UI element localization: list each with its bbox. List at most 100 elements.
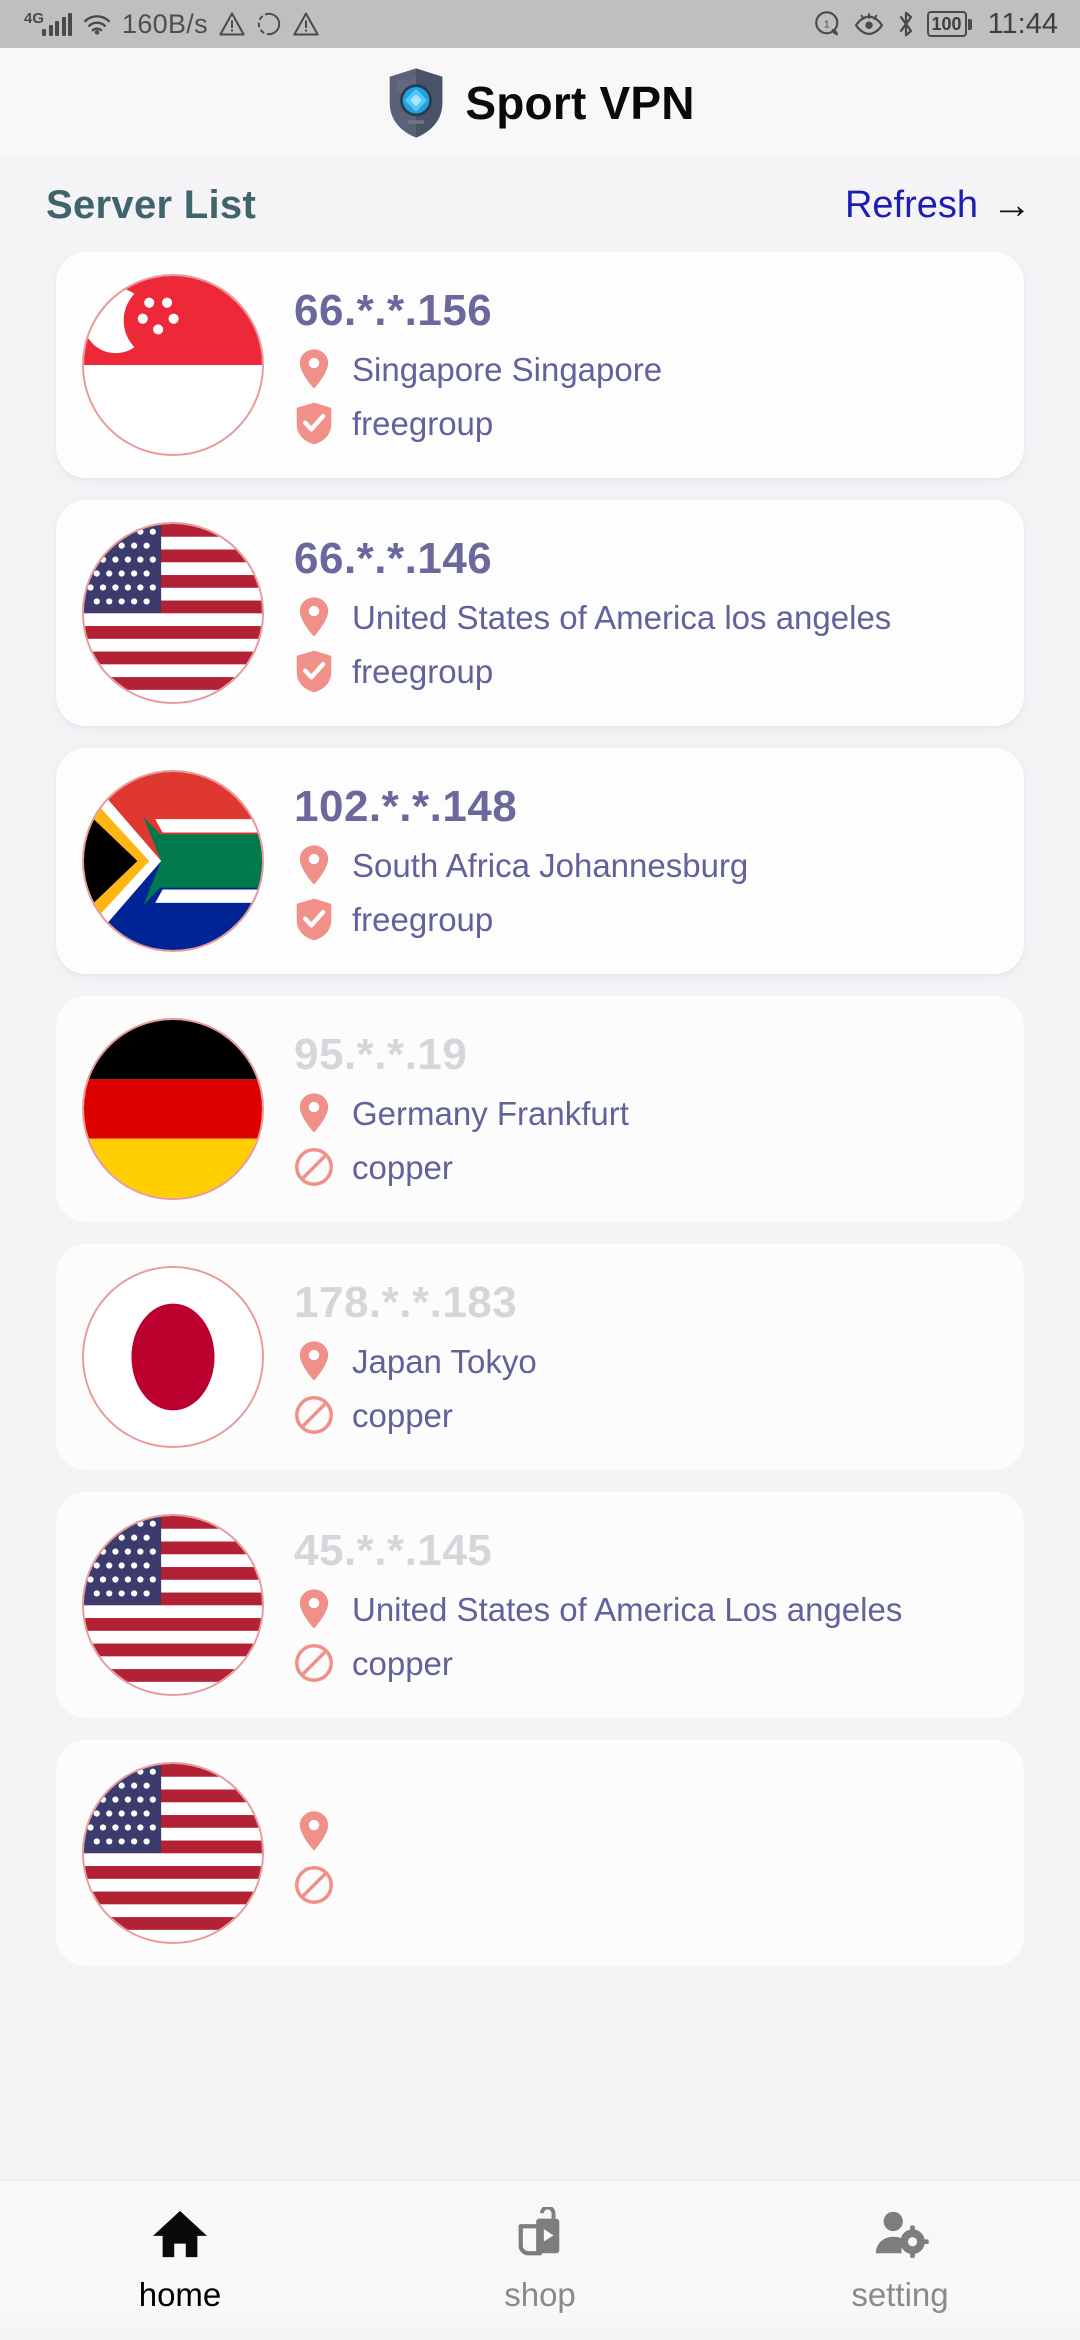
nav-label-home: home [138, 2276, 222, 2313]
battery-level-label: 100 [926, 11, 967, 37]
server-group-row: freegroup [294, 897, 998, 941]
location-pin-icon [294, 347, 334, 391]
server-group-row: copper [294, 1641, 998, 1685]
flag-south-africa-icon [82, 770, 264, 952]
server-location-label: Japan Tokyo [352, 1342, 537, 1380]
network-type-label: 4G [24, 10, 45, 27]
nav-item-setting[interactable]: setting [720, 2181, 1080, 2340]
section-header: Server List Refresh → [0, 158, 1080, 252]
no-entry-icon [294, 1641, 334, 1685]
server-ip: 178.*.*.183 [294, 1277, 518, 1327]
server-group-row: copper [294, 1393, 998, 1437]
server-location-row: United States of America los angeles [294, 595, 998, 639]
server-card[interactable]: 66.*.*.156 Singapore Singapore freegroup [56, 252, 1024, 478]
arrow-right-icon: → [992, 183, 1032, 227]
server-ip: 95.*.*.19 [294, 1029, 468, 1079]
bottom-navigation: home shop setting [0, 2180, 1080, 2340]
flag-usa-icon [82, 1514, 264, 1696]
server-ip: 66.*.*.156 [294, 285, 493, 335]
location-pin-icon [294, 595, 334, 639]
server-ip: 66.*.*.146 [294, 533, 493, 583]
no-entry-icon [294, 1145, 334, 1189]
server-location-label: Singapore Singapore [352, 350, 663, 388]
power-saving-icon: 1 [813, 9, 843, 39]
flag-germany-icon [82, 1018, 264, 1200]
refresh-label: Refresh [844, 183, 978, 226]
status-bar-right: 1 100 11:44 [813, 8, 1058, 41]
server-info: 66.*.*.156 Singapore Singapore freegroup [264, 285, 998, 445]
location-pin-icon [294, 1091, 334, 1135]
server-info: 95.*.*.19 Germany Frankfurt copper [264, 1029, 998, 1189]
status-bar: 4G 160B/s 1 100 11:44 [0, 0, 1080, 48]
server-group-row: freegroup [294, 401, 998, 445]
svg-text:1: 1 [823, 18, 829, 30]
server-location-row: South Africa Johannesburg [294, 843, 998, 887]
data-rate-label: 160B/s [122, 8, 208, 39]
server-group-label: freegroup [352, 404, 494, 442]
warning-triangle-icon [218, 11, 246, 37]
server-location-row: Singapore Singapore [294, 347, 998, 391]
server-group-row: freegroup [294, 649, 998, 693]
server-info [264, 1799, 998, 1907]
server-list[interactable]: 66.*.*.156 Singapore Singapore freegroup… [0, 252, 1080, 2180]
server-card[interactable]: 95.*.*.19 Germany Frankfurt copper [56, 996, 1024, 1222]
flag-usa-icon [82, 1762, 264, 1944]
server-location-label: United States of America los angeles [352, 598, 892, 636]
server-location-row [294, 1809, 998, 1853]
user-gear-icon [871, 2207, 929, 2266]
app-bar: Sport VPN [0, 48, 1080, 158]
warning-triangle-icon [292, 11, 320, 37]
server-group-label: copper [352, 1644, 453, 1682]
nav-label-setting: setting [851, 2276, 949, 2313]
shield-check-icon [294, 897, 334, 941]
page-title: Sport VPN [465, 77, 695, 129]
server-info: 66.*.*.146 United States of America los … [264, 533, 998, 693]
circle-sync-icon [256, 11, 282, 37]
server-ip: 102.*.*.148 [294, 781, 518, 831]
shield-vpn-logo-icon [385, 67, 447, 139]
nav-label-shop: shop [504, 2276, 576, 2313]
server-group-label: freegroup [352, 652, 494, 690]
server-info: 178.*.*.183 Japan Tokyo copper [264, 1277, 998, 1437]
server-list-heading: Server List [46, 182, 257, 227]
shield-check-icon [294, 401, 334, 445]
server-card[interactable] [56, 1740, 1024, 1966]
server-info: 45.*.*.145 United States of America Los … [264, 1525, 998, 1685]
server-info: 102.*.*.148 South Africa Johannesburg fr… [264, 781, 998, 941]
server-card[interactable]: 178.*.*.183 Japan Tokyo copper [56, 1244, 1024, 1470]
server-card[interactable]: 102.*.*.148 South Africa Johannesburg fr… [56, 748, 1024, 974]
server-location-row: Japan Tokyo [294, 1339, 998, 1383]
status-bar-left: 4G 160B/s [22, 9, 320, 40]
server-group-row [294, 1863, 998, 1907]
server-location-label: United States of America Los angeles [352, 1590, 903, 1628]
nav-item-home[interactable]: home [0, 2181, 360, 2340]
eye-comfort-icon [853, 10, 885, 38]
no-entry-icon [294, 1393, 334, 1437]
server-card[interactable]: 45.*.*.145 United States of America Los … [56, 1492, 1024, 1718]
server-card[interactable]: 66.*.*.146 United States of America los … [56, 500, 1024, 726]
location-pin-icon [294, 1809, 334, 1853]
server-group-row: copper [294, 1145, 998, 1189]
location-pin-icon [294, 843, 334, 887]
flag-singapore-icon [82, 274, 264, 456]
signal-bars-icon: 4G [22, 10, 73, 36]
server-location-label: Germany Frankfurt [352, 1094, 629, 1132]
shield-check-icon [294, 649, 334, 693]
server-group-label: copper [352, 1396, 453, 1434]
no-entry-icon [294, 1863, 334, 1907]
server-group-label: copper [352, 1148, 453, 1186]
flag-japan-icon [82, 1266, 264, 1448]
bluetooth-icon [895, 9, 917, 39]
nav-item-shop[interactable]: shop [360, 2181, 720, 2340]
app-screen: 4G 160B/s 1 100 11:44 Sport VPN Server L… [0, 0, 1080, 2340]
battery-icon: 100 [926, 11, 972, 37]
server-location-row: Germany Frankfurt [294, 1091, 998, 1135]
flag-usa-icon [82, 522, 264, 704]
refresh-button[interactable]: Refresh → [845, 184, 1032, 227]
shop-bag-play-icon [511, 2205, 569, 2266]
home-icon [151, 2207, 209, 2266]
wifi-icon [82, 11, 112, 37]
server-ip: 45.*.*.145 [294, 1525, 493, 1575]
location-pin-icon [294, 1587, 334, 1631]
location-pin-icon [294, 1339, 334, 1383]
